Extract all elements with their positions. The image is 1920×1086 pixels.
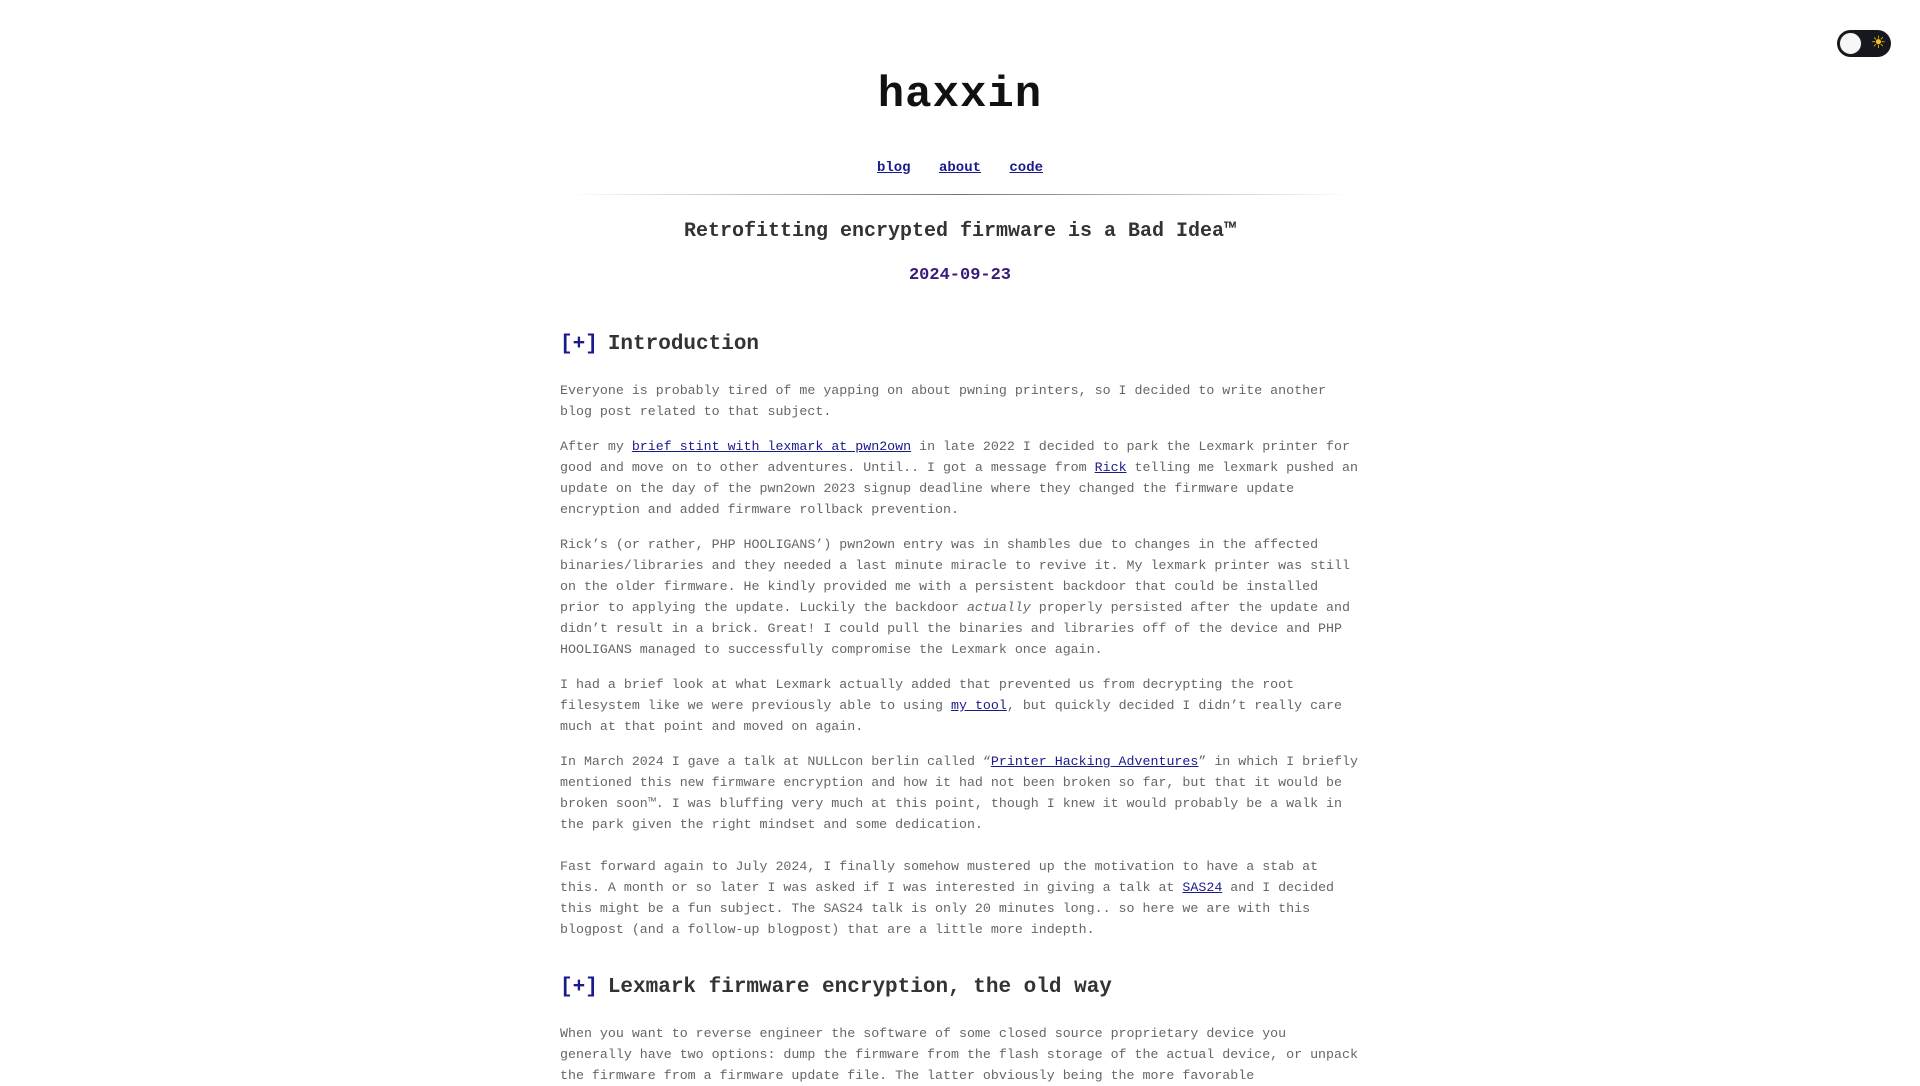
paragraph: Rick’s (or rather, PHP HOOLIGANS’) pwn2o… xyxy=(560,534,1360,660)
paragraph: Fast forward again to July 2024, I final… xyxy=(560,856,1360,940)
paragraph-text: When you want to reverse engineer the so… xyxy=(560,1026,1358,1083)
link-brief-stint[interactable]: brief stint with lexmark at pwn2own xyxy=(632,439,911,454)
nav-blog[interactable]: blog xyxy=(877,160,911,176)
paragraph: I had a brief look at what Lexmark actua… xyxy=(560,674,1360,737)
paragraph: After my brief stint with lexmark at pwn… xyxy=(560,436,1360,520)
paragraph: Everyone is probably tired of me yapping… xyxy=(560,380,1360,422)
section-title: Lexmark firmware encryption, the old way xyxy=(607,976,1112,999)
sun-icon: ☀ xyxy=(1870,33,1886,53)
header-divider xyxy=(568,194,1352,195)
section-expand-toggle[interactable]: [+] xyxy=(560,976,598,999)
link-printer-hacking-adventures[interactable]: Printer Hacking Adventures xyxy=(991,754,1198,769)
post-date: 2024-09-23 xyxy=(908,266,1012,285)
section-title: Introduction xyxy=(607,333,760,356)
section-heading-introduction: [+] Introduction xyxy=(560,333,759,356)
section-expand-toggle[interactable]: [+] xyxy=(560,333,598,356)
paragraph: When you want to reverse engineer the so… xyxy=(560,1023,1360,1086)
toggle-knob xyxy=(1839,32,1862,55)
link-sas24[interactable]: SAS24 xyxy=(1182,880,1222,895)
nav-about[interactable]: about xyxy=(939,160,981,176)
main-nav: blog about code xyxy=(560,160,1360,176)
paragraph-text: Everyone is probably tired of me yapping… xyxy=(560,383,1327,419)
site-title[interactable]: haxxin xyxy=(560,70,1360,120)
theme-toggle[interactable]: ☀ xyxy=(1837,30,1891,57)
link-rick[interactable]: Rick xyxy=(1095,460,1127,475)
paragraph-text: In March 2024 I gave a talk at NULLcon b… xyxy=(560,754,991,769)
section-heading-old-way: [+] Lexmark firmware encryption, the old … xyxy=(560,976,1112,999)
post-title: Retrofitting encrypted firmware is a Bad… xyxy=(683,220,1237,243)
paragraph-text: After my xyxy=(560,439,632,454)
link-my-tool[interactable]: my tool xyxy=(951,698,1007,713)
emphasis-text: actually xyxy=(966,600,1031,615)
paragraph: In March 2024 I gave a talk at NULLcon b… xyxy=(560,751,1360,835)
nav-code[interactable]: code xyxy=(1009,160,1043,176)
